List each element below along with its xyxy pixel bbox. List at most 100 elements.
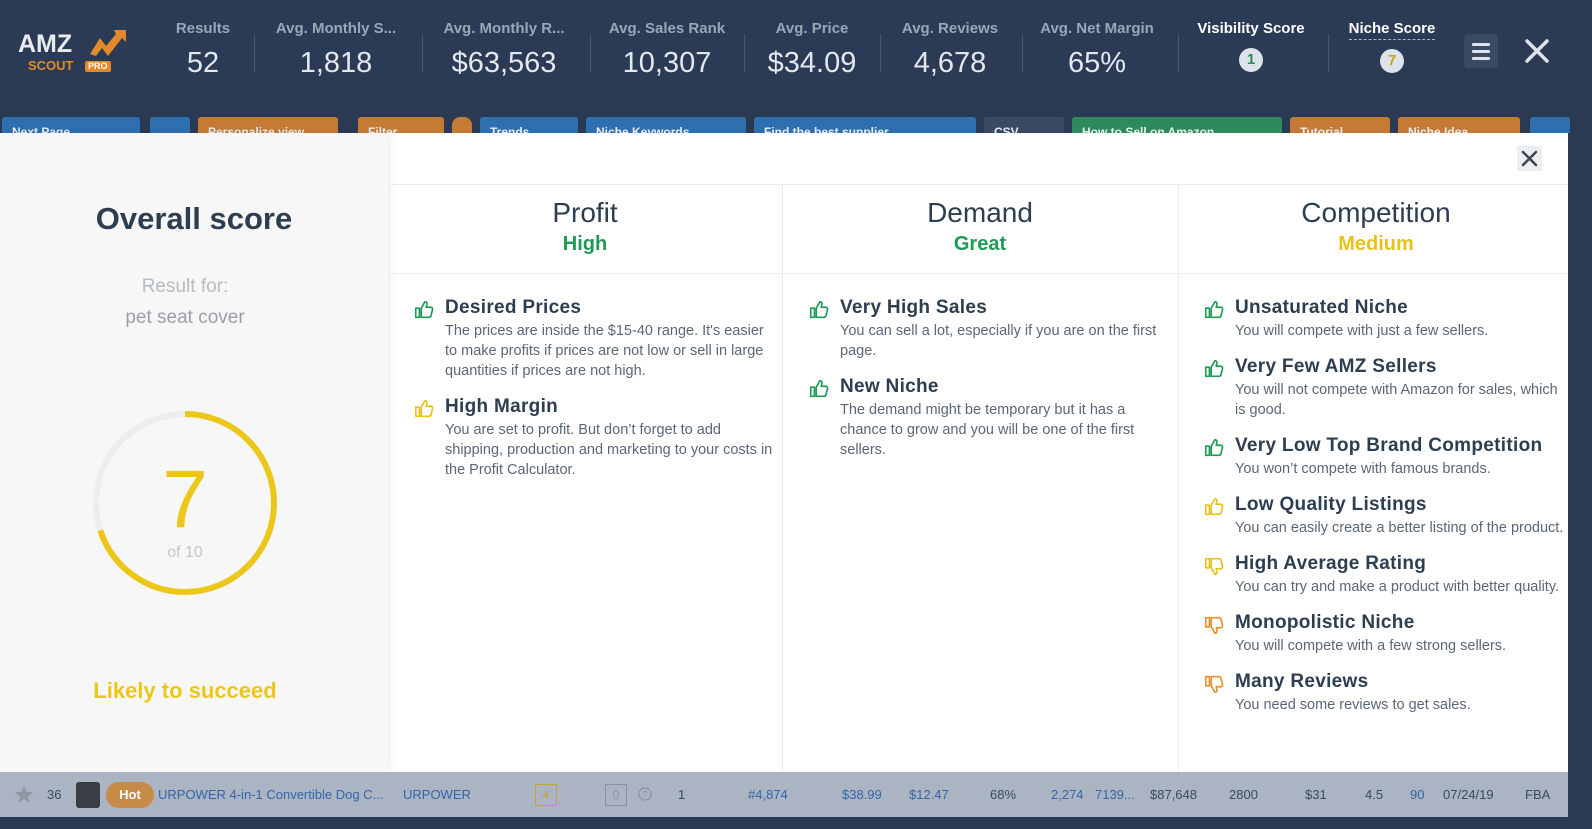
hot-badge: Hot [106,782,154,808]
stat-results: Results 52 [170,20,236,90]
modal-close-button[interactable] [1517,146,1542,171]
close-icon [1521,150,1538,167]
criterion-item: Very Few AMZ Sellers You will not compete… [1203,356,1565,420]
product-thumbnail[interactable] [76,782,100,808]
stat-value: 65% [1067,47,1127,79]
stat-value: $34.09 [767,47,857,79]
stat-label: Avg. Net Margin [1040,20,1154,37]
niche-score-modal: Overall score Result for: pet seat cover… [0,133,1568,772]
next-page-button[interactable]: Next Page [2,117,140,133]
criterion-heading: High Average Rating [1235,553,1427,574]
favorite-button[interactable] [1530,117,1570,133]
logo-amz: AMZ [18,30,73,58]
tutorial-button[interactable]: Tutorial [1290,117,1390,133]
amzscout-logo: AMZ SCOUT PRO [18,30,128,76]
criterion-description: You are set to profit. But don’t forget … [445,422,773,478]
find-supplier-button[interactable]: Find the best supplier [754,117,976,133]
column-title: Demand [927,197,1033,228]
verdict-text: Likely to succeed [93,678,277,703]
criterion-description: You can sell a lot, especially if you ar… [840,323,1157,359]
criterion-heading: Unsaturated Niche [1235,297,1408,318]
stat-niche-score[interactable]: Niche Score 7 [1328,20,1444,90]
criterion-heading: Many Reviews [1235,671,1369,692]
criterion-heading: Very High Sales [840,297,988,318]
demand-items: Very High Sales You can sell a lot, espec… [808,297,1158,475]
criterion-description: You can try and make a product with bett… [1235,579,1560,595]
thumbs-down-icon [1204,675,1224,694]
fulfillment-tier: FBA [1525,787,1551,802]
filter-toggle[interactable] [452,117,472,133]
monthly-revenue: $87,648 [1150,787,1197,802]
how-to-sell-button[interactable]: How to Sell on Amazon [1072,117,1282,133]
criterion-heading: High Margin [445,396,559,417]
logo-scout: SCOUT [28,58,74,73]
column-title: Competition [1301,197,1451,228]
stat-label: Avg. Sales Rank [608,20,726,37]
niche-idea-button[interactable]: Niche Idea [1398,117,1520,133]
star-icon[interactable] [14,785,34,805]
stat-label: Results [175,20,231,37]
thumbs-down-icon [1204,557,1224,576]
score-box: 0 [605,784,627,806]
logo-pro-badge: PRO [85,61,111,72]
brand-link[interactable]: URPOWER [403,787,471,802]
stat-label: Avg. Price [775,20,849,37]
criterion-heading: New Niche [840,376,939,397]
divider [388,273,1568,274]
score-box: 4 [535,784,557,806]
stats-header: AMZ SCOUT PRO Results 52 Avg. Monthly S.… [0,0,1592,103]
criterion-item: Unsaturated Niche You will compete with j… [1203,297,1565,341]
stat-avg-monthly-revenue: Avg. Monthly R... $63,563 [422,20,574,90]
date-first-available: 07/24/19 [1443,787,1494,802]
niche-keywords-button[interactable]: Niche Keywords [586,117,746,133]
demand-header: Demand Great [783,197,1177,256]
stat-value: $63,563 [451,47,557,79]
product-name-link[interactable]: URPOWER 4-in-1 Convertible Dog C... [158,787,383,802]
stat-label: Avg. Monthly R... [443,20,565,37]
criterion-description: You will compete with just a few sellers… [1235,323,1489,339]
thumbs-down-icon [1204,616,1224,635]
criterion-description: You will compete with a few strong selle… [1235,638,1507,654]
column-divider [1178,184,1179,772]
rating-count: 90 [1410,787,1425,802]
monthly-sales: 2,274 [1051,787,1084,802]
table-row[interactable]: 36 Hot URPOWER 4-in-1 Convertible Dog C.… [0,772,1568,817]
thumbs-up-icon [809,379,829,398]
rating: 4.5 [1365,787,1384,802]
csv-button[interactable]: CSV [984,117,1064,133]
trends-button[interactable]: Trends [480,117,578,133]
svg-text:?: ? [642,790,647,800]
score-max: of 10 [167,544,203,561]
criterion-description: You need some reviews to get sales. [1235,697,1471,713]
stat-value: 1,818 [299,47,373,79]
criterion-description: The demand might be temporary but it has… [840,402,1135,458]
criterion-description: You won’t compete with famous brands. [1235,461,1491,477]
criterion-heading: Very Few AMZ Sellers [1235,356,1437,377]
criterion-item: Many Reviews You need some reviews to get… [1203,671,1565,715]
lqs: $31 [1305,787,1327,802]
stat-avg-monthly-sales: Avg. Monthly S... 1,818 [254,20,406,90]
daily-sales: 7139... [1095,787,1135,802]
criterion-item: High Average Rating You can try and make … [1203,553,1565,597]
stat-value: 52 [186,47,220,79]
stat-visibility-score[interactable]: Visibility Score 1 [1178,20,1312,90]
stat-avg-net-margin: Avg. Net Margin 65% [1022,20,1160,90]
stat-value: 10,307 [622,47,712,79]
overall-score-title: Overall score [95,201,293,236]
stat-label: Avg. Reviews [901,20,999,37]
criterion-item: Low Quality Listings You can easily creat… [1203,494,1565,538]
info-icon[interactable]: ? [638,787,652,801]
criterion-item: Very Low Top Brand Competition You won’t … [1203,435,1565,479]
close-extension-button[interactable] [1520,34,1554,68]
search-term: pet seat cover [125,307,245,328]
column-divider [782,184,783,772]
filter-button[interactable]: Filter [358,117,444,133]
profit-header: Profit High [388,197,782,256]
criterion-description: You will not compete with Amazon for sal… [1235,382,1558,418]
visibility-score-label: Visibility Score [1197,20,1305,37]
criterion-item: Desired Prices The prices are inside the … [413,297,773,381]
criterion-description: You can easily create a better listing o… [1235,520,1564,536]
personalize-view-button[interactable]: Personalize view [198,117,338,133]
refresh-button[interactable] [150,117,190,133]
menu-icon[interactable] [1464,34,1498,68]
